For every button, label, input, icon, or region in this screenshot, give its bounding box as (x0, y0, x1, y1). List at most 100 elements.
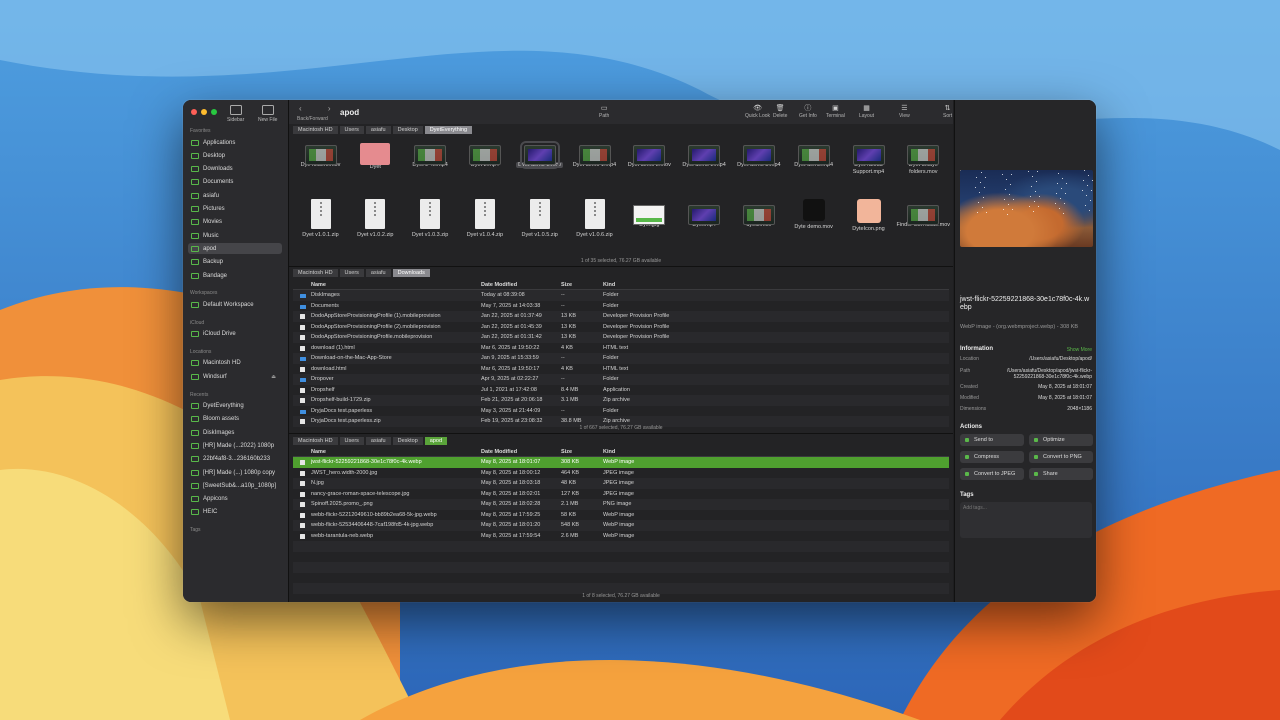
sidebar-item[interactable]: Movies (188, 217, 282, 228)
sidebar-item[interactable]: [HR] Made (...) 1080p copy (188, 467, 282, 478)
table-row[interactable]: download.html Mar 6, 2025 at 19:50:17 4 KB… (293, 364, 949, 375)
sidebar-item[interactable]: 22bf4af8-3...236160b233 (188, 454, 282, 465)
file-item[interactable]: Finder icon issue.mov (896, 195, 951, 229)
file-item[interactable]: Dyet iCloud Support.mp4 (841, 135, 896, 176)
sidebar-item[interactable]: [SweetSub&...a10p_1080p] (188, 480, 282, 491)
breadcrumb-item[interactable]: asiafu (365, 436, 391, 445)
send-to-button[interactable]: Send to (960, 434, 1024, 446)
table-row[interactable]: Download-on-the-Mac-App-Store Jan 9, 2025… (293, 353, 949, 364)
sidebar-item[interactable]: [HR] Made (...2022) 1080p (188, 440, 282, 451)
sidebar-item[interactable]: Default Workspace (188, 299, 282, 310)
column-header[interactable]: Date Modified (481, 449, 561, 455)
file-item[interactable]: Dyet v1.0.4.zip (457, 195, 512, 239)
sidebar-item[interactable]: Macintosh HD (188, 358, 282, 369)
table-row[interactable]: DryjaDocs test.paperless May 3, 2025 at 2… (293, 406, 949, 417)
file-item[interactable]: Dyet demo 2.mov (622, 135, 677, 169)
breadcrumb-item[interactable]: asiafu (365, 268, 391, 277)
file-item[interactable]: Dyet 2.mp4 (457, 135, 512, 169)
quick-look-button[interactable]: 👁 Quick Look (745, 104, 770, 119)
breadcrumb-item[interactable]: Macintosh HD (293, 268, 338, 277)
file-item[interactable]: Dyet unidye folders.mov (896, 135, 951, 176)
sidebar-item[interactable]: Desktop (188, 150, 282, 161)
sidebar-item[interactable]: Pictures (188, 204, 282, 215)
new-file-button[interactable]: New File (258, 105, 277, 123)
get-info-button[interactable]: ⓘ Get Info (799, 104, 817, 119)
path-button[interactable]: ▭ Path (599, 104, 609, 119)
eject-icon[interactable]: ⏏ (271, 374, 276, 380)
table-row[interactable]: webb-tarantula-neb.webp May 8, 2025 at 17… (293, 531, 949, 542)
file-item[interactable]: Dyet (348, 135, 403, 171)
delete-button[interactable]: 🗑 Delete (773, 104, 787, 119)
sidebar-item[interactable]: Windsurf ⏏ (188, 371, 282, 382)
file-item[interactable]: Dyet.mp4 (677, 195, 732, 229)
view-button[interactable]: ☰ View (899, 104, 910, 119)
breadcrumb-item[interactable]: Macintosh HD (293, 125, 338, 134)
sidebar-item[interactable]: Bloom assets (188, 414, 282, 425)
breadcrumb-item[interactable]: Desktop (392, 125, 423, 134)
column-header[interactable]: Name (293, 282, 481, 288)
table-row[interactable]: webb-flickr-52534406448-7caf198fd5-4k-jp… (293, 520, 949, 531)
table-row[interactable]: N.jpg May 8, 2025 at 18:03:18 48 KB JPEG im… (293, 478, 949, 489)
terminal-button[interactable]: ▣ Terminal (826, 104, 845, 119)
breadcrumb-item[interactable]: Users (339, 268, 364, 277)
breadcrumb-item[interactable]: Users (339, 436, 364, 445)
file-item[interactable]: DyteIcon.png (841, 195, 896, 233)
file-item[interactable]: Dye folders.mov (293, 135, 348, 169)
file-item[interactable]: dyets.mov (731, 195, 786, 229)
breadcrumb-item[interactable]: DyetEverything (424, 125, 473, 134)
table-row[interactable]: JWST_hero.width-2000.jpg May 8, 2025 at 1… (293, 468, 949, 479)
table-row[interactable]: nancy-grace-roman-space-telescope.jpg May… (293, 489, 949, 500)
breadcrumb-item[interactable]: Downloads (392, 268, 430, 277)
sidebar-item[interactable]: DyetEverything (188, 401, 282, 412)
sidebar-item[interactable]: iCloud Drive (188, 329, 282, 340)
file-item[interactable]: Dyet v1.0.3.zip (403, 195, 458, 239)
file-item[interactable]: Dyte demo.mov (786, 195, 841, 231)
table-row[interactable]: jwst-flickr-52259221868-30e1c78f0c-4k.we… (293, 457, 949, 468)
show-more-link[interactable]: Show More (1067, 347, 1092, 353)
share-button[interactable]: Share (1029, 468, 1093, 480)
column-header[interactable]: Kind (603, 282, 723, 288)
sidebar-item[interactable]: DiskImages (188, 427, 282, 438)
table-row[interactable]: Dropover Apr 9, 2025 at 02:22:27 -- Folder (293, 374, 949, 385)
sidebar-item[interactable]: Documents (188, 177, 282, 188)
sidebar-toggle-button[interactable]: Sidebar (227, 105, 244, 123)
table-row[interactable]: Spinoff.2025.promo_.png May 8, 2025 at 18… (293, 499, 949, 510)
column-header[interactable]: Size (561, 449, 603, 455)
sidebar-item[interactable]: Bandage (188, 270, 282, 281)
file-item[interactable]: Dyet v1.0.2.zip (348, 195, 403, 239)
file-item[interactable]: Dyet demo 1.mov (512, 135, 567, 169)
sidebar-item[interactable]: HEIC (188, 507, 282, 518)
file-item[interactable]: Dyet demo 1.mp4 (567, 135, 622, 169)
sidebar-item[interactable]: apod (188, 243, 282, 255)
sort-button[interactable]: ⇅ Sort (943, 104, 952, 119)
column-header[interactable]: Name (293, 449, 481, 455)
table-row[interactable]: Dropshelf-build-1729.zip Feb 21, 2025 at … (293, 395, 949, 406)
column-header[interactable]: Date Modified (481, 282, 561, 288)
table-row[interactable]: DodoAppStoreProvisioningProfile.mobilepr… (293, 332, 949, 343)
sidebar-item[interactable]: Music (188, 230, 282, 241)
sidebar-item[interactable]: Downloads (188, 164, 282, 175)
file-item[interactable]: Dyet v1.0.6.zip (567, 195, 622, 239)
file-item[interactable]: Dyet demo 2.mp4 (677, 135, 732, 169)
breadcrumb-item[interactable]: apod (424, 436, 448, 445)
table-row[interactable]: download (1).html Mar 6, 2025 at 19:50:22… (293, 343, 949, 354)
column-header[interactable]: Kind (603, 449, 723, 455)
file-item[interactable]: Dyet 2 4k.mp4 (403, 135, 458, 169)
table-row[interactable]: DodoAppStoreProvisioningProfile (1).mobi… (293, 311, 949, 322)
column-header[interactable]: Size (561, 282, 603, 288)
layout-button[interactable]: ▦ Layout (859, 104, 874, 119)
table-row[interactable]: webb-flickr-52212049610-bb89b2ea68-5k-jp… (293, 510, 949, 521)
file-item[interactable]: Dyet demo.mp4 (786, 135, 841, 169)
file-item[interactable]: Dyet v1.0.1.zip (293, 195, 348, 239)
sidebar-item[interactable]: asiafu (188, 190, 282, 201)
breadcrumb-item[interactable]: Macintosh HD (293, 436, 338, 445)
tags-input[interactable]: Add tags... (960, 502, 1092, 538)
table-row[interactable]: DiskImages Today at 08:39:08 -- Folder (293, 290, 949, 301)
file-item[interactable]: Dyet v1.0.5.zip (512, 195, 567, 239)
table-row[interactable]: DodoAppStoreProvisioningProfile (2).mobi… (293, 322, 949, 333)
minimize-button[interactable] (201, 109, 207, 115)
table-row[interactable]: Documents May 7, 2025 at 14:03:38 -- Folder (293, 301, 949, 312)
table-row[interactable]: Dropshelf Jul 1, 2021 at 17:42:08 8.4 MB Ap… (293, 385, 949, 396)
convert-to-jpeg-button[interactable]: Convert to JPEG (960, 468, 1024, 480)
sidebar-item[interactable]: Appicons (188, 494, 282, 505)
